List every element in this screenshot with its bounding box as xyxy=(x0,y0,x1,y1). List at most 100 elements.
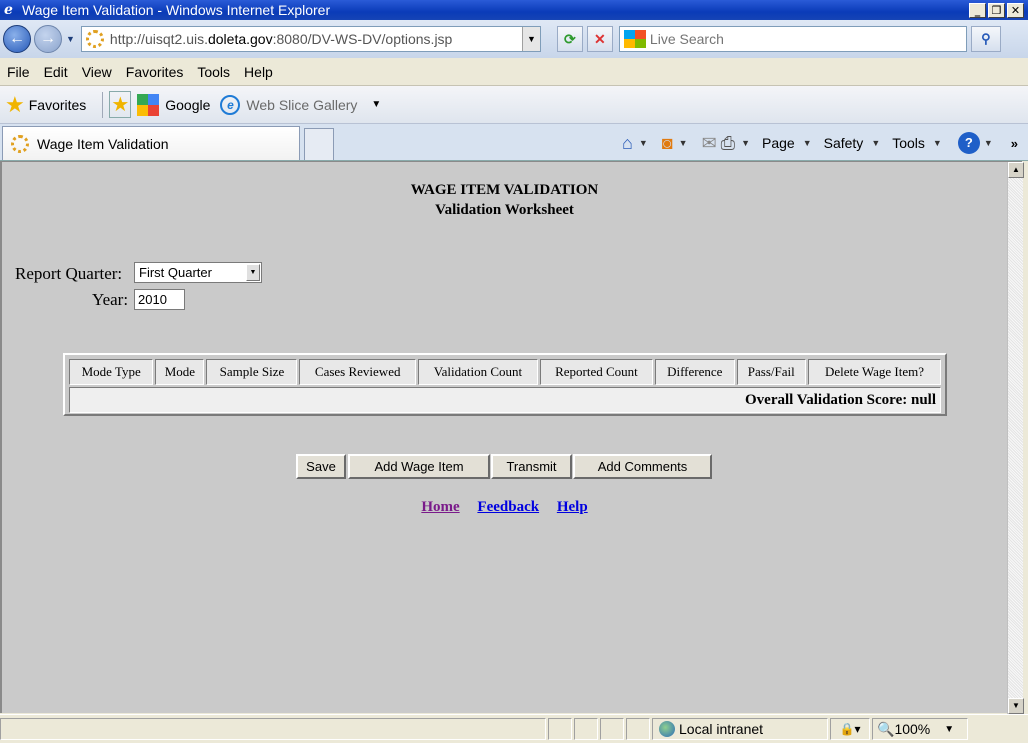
tools-menu[interactable]: Tools xyxy=(892,135,925,151)
divider xyxy=(102,91,104,118)
help-link[interactable]: Help xyxy=(557,499,588,515)
status-bar: Local intranet 🔒▾ 🔍 100% ▼ xyxy=(0,714,1028,743)
page-content: WAGE ITEM VALIDATION Validation Workshee… xyxy=(0,161,1024,714)
transmit-button[interactable]: Transmit xyxy=(491,454,572,479)
more-chevron-icon[interactable]: » xyxy=(1011,136,1018,151)
protected-mode-icon[interactable]: 🔒▾ xyxy=(830,718,870,740)
zoom-control[interactable]: 🔍 100% ▼ xyxy=(872,718,968,740)
rss-feed-icon[interactable]: ◙ xyxy=(662,133,673,154)
tab-favicon-icon xyxy=(11,134,29,153)
zone-label: Local intranet xyxy=(679,721,764,737)
back-button[interactable]: ← xyxy=(3,25,31,53)
zoom-level: 100% xyxy=(894,721,931,737)
column-header-pass-fail: Pass/Fail xyxy=(736,359,806,385)
menu-view[interactable]: View xyxy=(75,64,119,80)
refresh-button[interactable]: ⟳ xyxy=(556,26,583,52)
zoom-dropdown-icon[interactable]: ▼ xyxy=(944,724,954,735)
maximize-button[interactable]: ❐ xyxy=(988,2,1005,18)
column-header-validation-count: Validation Count xyxy=(417,359,538,385)
report-quarter-label: Report Quarter: xyxy=(15,264,123,283)
home-dropdown-icon[interactable]: ▼ xyxy=(639,138,648,148)
command-bar: ⌂ ▼ ◙ ▼ ✉ ⎙ ▼ Page ▼ Safety ▼ Tools ▼ ? … xyxy=(620,128,1018,158)
tab-title: Wage Item Validation xyxy=(37,135,169,152)
menu-bar: File Edit View Favorites Tools Help xyxy=(0,58,1028,86)
year-input[interactable] xyxy=(134,289,185,310)
feedback-link[interactable]: Feedback xyxy=(477,499,539,515)
page-title: WAGE ITEM VALIDATION xyxy=(410,182,599,198)
home-link[interactable]: Home xyxy=(421,499,459,515)
web-slice-gallery-link[interactable]: Web Slice Gallery xyxy=(246,97,357,113)
google-icon xyxy=(137,93,160,116)
search-box[interactable] xyxy=(618,26,967,52)
web-slice-dropdown-icon[interactable]: ▼ xyxy=(371,99,381,110)
search-button[interactable]: ⚲ xyxy=(970,26,1001,52)
search-input[interactable] xyxy=(649,31,966,47)
mail-icon[interactable]: ✉ xyxy=(702,133,717,154)
zoom-icon: 🔍 xyxy=(877,720,895,737)
feed-dropdown-icon[interactable]: ▼ xyxy=(679,138,688,148)
page-favicon-icon xyxy=(85,30,104,48)
tools-dropdown-icon[interactable]: ▼ xyxy=(933,138,942,148)
favorites-bar: ★ Favorites ★ Google e Web Slice Gallery… xyxy=(0,86,1028,124)
page-menu[interactable]: Page xyxy=(762,135,795,151)
print-icon[interactable]: ⎙ xyxy=(721,133,735,154)
favorites-button[interactable]: Favorites xyxy=(29,97,87,113)
status-panel xyxy=(626,718,650,740)
menu-tools[interactable]: Tools xyxy=(190,64,237,80)
year-label: Year: xyxy=(92,290,129,309)
security-zone[interactable]: Local intranet xyxy=(652,718,828,740)
status-panel xyxy=(574,718,598,740)
help-dropdown-icon[interactable]: ▼ xyxy=(984,138,993,148)
tab-row: Wage Item Validation ⌂ ▼ ◙ ▼ ✉ ⎙ ▼ Page … xyxy=(0,124,1028,161)
new-tab-button[interactable] xyxy=(304,128,334,160)
print-dropdown-icon[interactable]: ▼ xyxy=(741,138,750,148)
footer-links: Home Feedback Help xyxy=(2,499,1007,516)
column-header-delete-wage-item: Delete Wage Item? xyxy=(808,359,941,385)
minimize-button[interactable]: _ xyxy=(969,2,986,18)
save-button[interactable]: Save xyxy=(296,454,346,479)
menu-edit[interactable]: Edit xyxy=(37,64,75,80)
column-header-difference: Difference xyxy=(654,359,735,385)
menu-favorites[interactable]: Favorites xyxy=(119,64,191,80)
column-header-sample-size: Sample Size xyxy=(206,359,298,385)
help-icon[interactable]: ? xyxy=(957,132,980,154)
validation-table: Mode Type Mode Sample Size Cases Reviewe… xyxy=(63,353,947,416)
vertical-scrollbar[interactable]: ▲ ▼ xyxy=(1007,162,1024,714)
scroll-down-icon[interactable]: ▼ xyxy=(1008,698,1024,714)
page-subtitle: Validation Worksheet xyxy=(435,202,574,218)
column-header-reported-count: Reported Count xyxy=(539,359,653,385)
status-panel xyxy=(600,718,624,740)
column-header-cases-reviewed: Cases Reviewed xyxy=(299,359,416,385)
home-icon[interactable]: ⌂ xyxy=(622,133,633,154)
stop-button[interactable]: ✕ xyxy=(586,26,613,52)
history-dropdown-icon[interactable]: ▼ xyxy=(66,34,75,44)
google-link[interactable]: Google xyxy=(165,97,210,113)
add-comments-button[interactable]: Add Comments xyxy=(573,454,712,479)
add-wage-item-button[interactable]: Add Wage Item xyxy=(348,454,490,479)
live-search-logo-icon xyxy=(623,30,646,48)
tab-wage-item-validation[interactable]: Wage Item Validation xyxy=(2,126,300,160)
status-text-panel xyxy=(0,718,546,740)
page-heading: WAGE ITEM VALIDATION Validation Workshee… xyxy=(2,180,1007,220)
intranet-globe-icon xyxy=(659,721,675,737)
report-quarter-select[interactable]: First Quarter ▼ xyxy=(134,262,262,283)
address-dropdown-icon[interactable]: ▼ xyxy=(521,27,540,51)
scroll-up-icon[interactable]: ▲ xyxy=(1008,162,1024,178)
safety-menu[interactable]: Safety xyxy=(824,135,864,151)
column-header-mode: Mode xyxy=(155,359,205,385)
address-bar[interactable]: http://uisqt2.uis.doleta.gov:8080/DV-WS-… xyxy=(80,26,541,52)
column-header-mode-type: Mode Type xyxy=(69,359,154,385)
address-toolbar: ← → ▼ http://uisqt2.uis.doleta.gov:8080/… xyxy=(0,20,1028,58)
favorites-star-icon[interactable]: ★ xyxy=(5,92,25,118)
add-to-favorites-icon[interactable]: ★ xyxy=(109,91,132,118)
safety-dropdown-icon[interactable]: ▼ xyxy=(871,138,880,148)
menu-file[interactable]: File xyxy=(0,64,37,80)
select-dropdown-icon[interactable]: ▼ xyxy=(246,264,260,281)
url-text[interactable]: http://uisqt2.uis.doleta.gov:8080/DV-WS-… xyxy=(110,31,522,47)
window-title: Wage Item Validation - Windows Internet … xyxy=(22,2,331,18)
close-button[interactable]: ✕ xyxy=(1007,2,1024,18)
page-dropdown-icon[interactable]: ▼ xyxy=(803,138,812,148)
forward-button[interactable]: → xyxy=(34,25,62,53)
ie-logo-icon: e xyxy=(4,2,13,18)
menu-help[interactable]: Help xyxy=(237,64,280,80)
